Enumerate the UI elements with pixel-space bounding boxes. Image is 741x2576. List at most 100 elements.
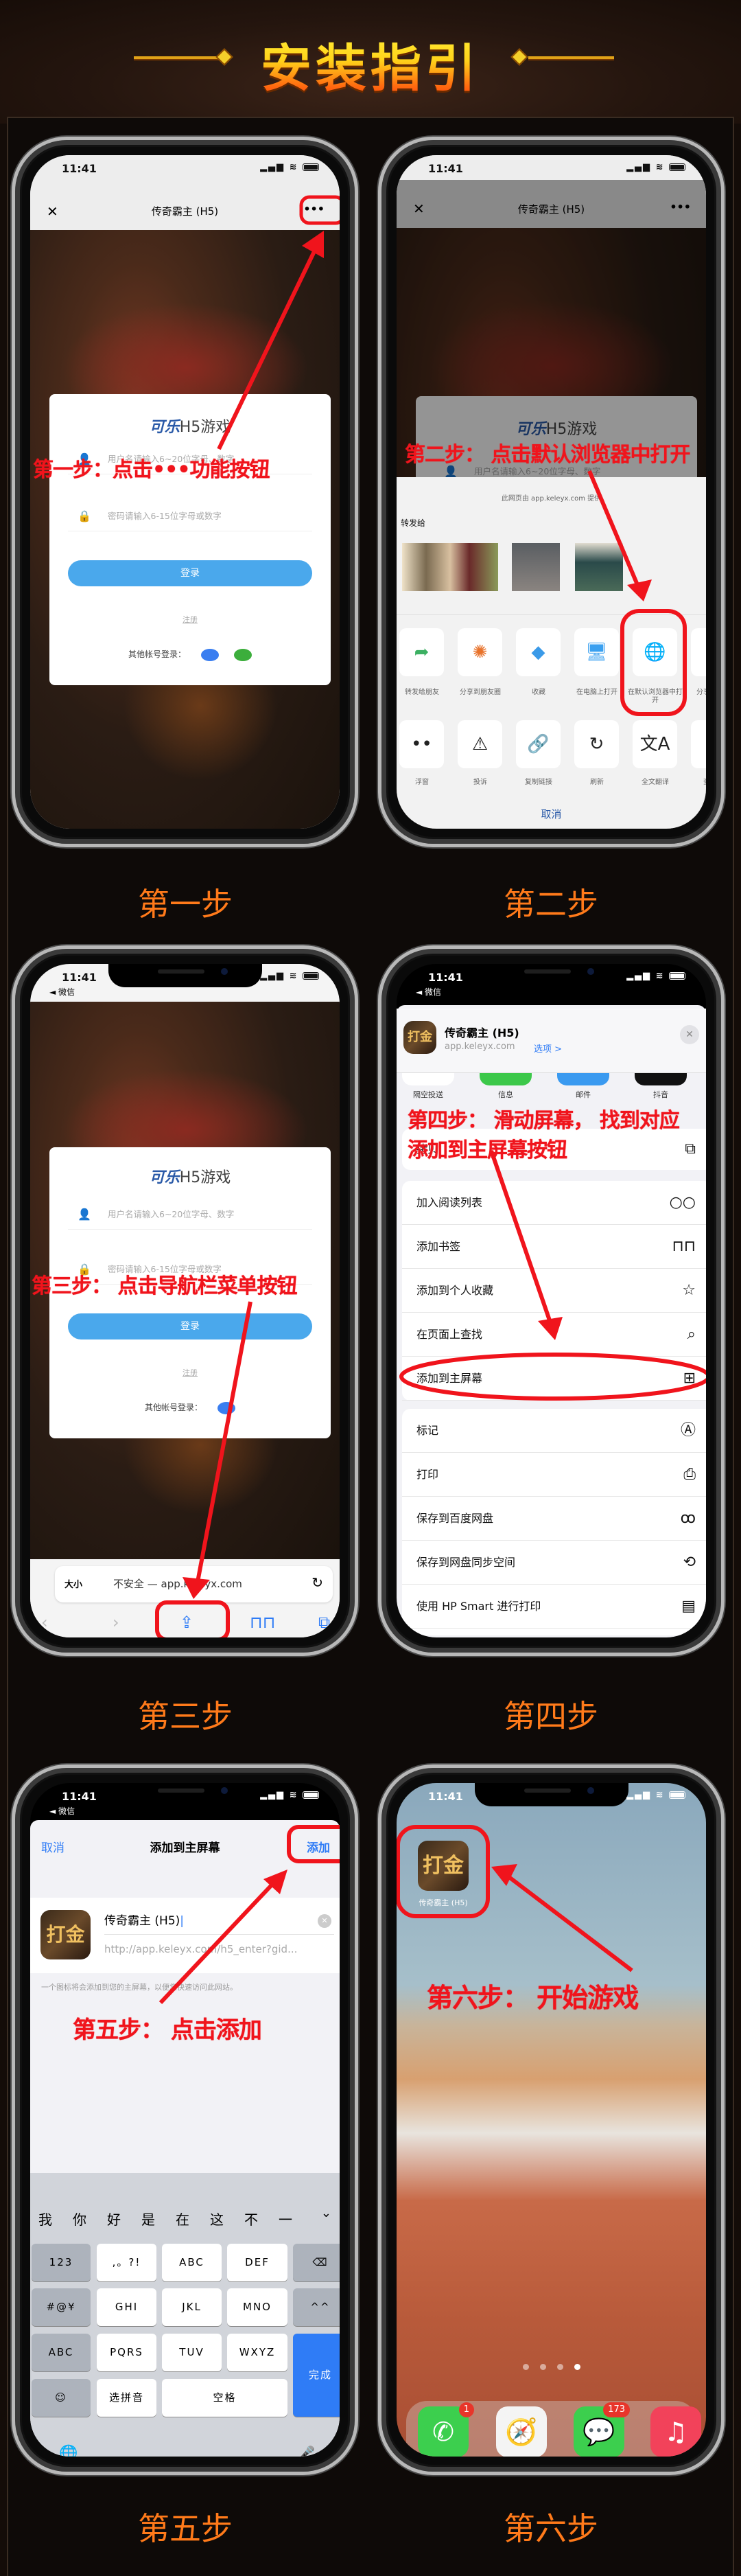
action-tile[interactable]: 🖥 [574,628,619,676]
keyboard-key[interactable]: 123 [32,2244,91,2281]
menu-item[interactable]: 加入阅读列表 ○○ [402,1181,706,1225]
action-tile[interactable]: 🐧 [691,628,706,676]
share-target-icon[interactable] [635,1073,687,1085]
action-tile[interactable]: •• [399,720,444,768]
keyboard-key[interactable]: JKL [162,2288,222,2326]
action-tile[interactable]: ⚠ [458,720,502,768]
reload-icon[interactable]: ↻ [311,1574,323,1591]
candidate-word[interactable]: 我 [38,2209,52,2229]
book-icon: ⊓⊓ [672,1238,696,1255]
status-time: 11:41 [62,162,97,175]
tabs-icon[interactable]: ⧉ [318,1613,330,1632]
share-icon[interactable]: ⇪ [180,1613,193,1632]
action-tile[interactable]: ↻ [574,720,619,768]
back-to-wechat[interactable]: ◄ 微信 [49,1805,75,1817]
contact-avatar-blurred[interactable] [512,543,560,591]
page-dot[interactable] [574,2364,580,2370]
candidate-word[interactable]: 一 [279,2209,292,2229]
text-size-button[interactable]: 大小 [64,1577,82,1590]
keyboard-key[interactable]: ABC [162,2244,222,2281]
menu-item[interactable]: 添加到主屏幕 ⊞ [402,1357,706,1401]
close-button[interactable]: ✕ [680,1025,699,1044]
contact-avatar-blurred[interactable] [575,543,623,591]
menu-item[interactable]: 使用 HP Smart 进行打印 ▤ [402,1585,706,1629]
qq-login-icon[interactable] [201,648,219,661]
keyboard-key[interactable]: WXYZ [227,2334,287,2371]
password-input[interactable]: 🔒 密码请输入6-15位字母或数字 [68,501,312,531]
action-tile[interactable]: ⌕ [691,720,706,768]
share-target-icon[interactable] [480,1073,532,1085]
menu-item[interactable]: 添加书签 ⊓⊓ [402,1225,706,1269]
keyboard-key[interactable]: ,。?! [97,2244,156,2281]
keyboard-key[interactable]: 空格 [162,2379,287,2417]
add-button[interactable]: 添加 [307,1838,330,1855]
address-bar[interactable]: 大小 不安全 — app.keleyx.com ↻ [55,1566,333,1602]
menu-item[interactable]: 打印 ⎙ [402,1453,706,1497]
candidate-word[interactable]: 你 [73,2209,86,2229]
name-input[interactable]: 传奇霸主 (H5)| ✕ [104,1907,334,1935]
globe-icon[interactable]: 🌐 [59,2445,78,2457]
keyboard-key[interactable]: PQRS [97,2334,156,2371]
keyboard-key[interactable]: GHI [97,2288,156,2326]
action-tile[interactable]: ✺ [458,628,502,676]
page-dot[interactable] [539,2364,546,2370]
page-indicator[interactable] [397,2360,706,2373]
keyboard-key[interactable]: MNO [227,2288,287,2326]
action-tile[interactable]: 🔗 [516,720,561,768]
register-link[interactable]: 注册 [49,614,331,625]
candidate-word[interactable]: 不 [244,2209,258,2229]
menu-item[interactable]: 在页面上查找 ⌕ [402,1313,706,1357]
menu-item[interactable]: 保存到网盘同步空间 ⟲ [402,1541,706,1585]
action-tile[interactable]: ➦ [399,628,444,676]
keyboard-key[interactable]: ⌫ [293,2244,340,2281]
keyboard-key[interactable]: ☺ [32,2379,91,2417]
keyboard-key[interactable]: ABC [32,2334,91,2371]
candidate-word[interactable]: 好 [107,2209,121,2229]
keyboard-key[interactable]: DEF [227,2244,287,2281]
game-app-icon[interactable]: 打金 [418,1841,469,1891]
share-target-icon[interactable] [557,1073,609,1085]
login-button[interactable]: 登录 [68,1313,312,1339]
username-input[interactable]: 👤 用户名请输入6~20位字母、数字 [68,1199,312,1230]
candidate-word[interactable]: 这 [210,2209,224,2229]
cancel-button[interactable]: 取消 [397,807,706,821]
action-tile[interactable]: ◆ [516,628,561,676]
back-to-wechat[interactable]: ◄ 微信 [416,986,441,998]
microphone-icon[interactable]: 🎤 [298,2445,315,2457]
menu-item[interactable]: 保存到百度网盘 ꝏ [402,1497,706,1541]
forward-chevron-icon[interactable]: › [113,1613,119,1632]
phone-icon[interactable]: ✆ 1 [418,2402,474,2457]
login-button[interactable]: 登录 [68,560,312,586]
register-link[interactable]: 注册 [49,1367,331,1378]
messages-icon[interactable]: 💬 173 [574,2402,630,2457]
action-tile[interactable]: 文A [633,720,677,768]
options-link[interactable]: 选项 > [534,1042,562,1055]
menu-item[interactable]: 标记 Ⓐ [402,1409,706,1453]
keyboard-key[interactable]: ^^ [293,2288,340,2326]
action-tile[interactable]: 🌐 [633,628,677,676]
menu-item[interactable]: 添加到个人收藏 ☆ [402,1269,706,1313]
page-dot[interactable] [522,2364,529,2370]
page-title: 安装指引 [0,27,741,101]
wechat-login-icon[interactable] [234,648,252,661]
bookmarks-icon[interactable]: ⊓⊓ [250,1613,275,1632]
back-chevron-icon[interactable]: ‹ [41,1613,48,1632]
candidate-word[interactable]: 是 [141,2209,155,2229]
keyboard-key[interactable]: TUV [162,2334,222,2371]
site-logo: 可乐H5游戏 [149,1169,231,1186]
qq-login-icon[interactable] [217,1401,235,1414]
keyboard-key[interactable]: 选拼音 [97,2379,156,2417]
candidate-word[interactable]: 在 [176,2209,189,2229]
action-label: 浮窗 [415,779,429,786]
keyboard-key[interactable]: #@¥ [32,2288,91,2326]
collapse-chevron-icon[interactable]: ⌄ [321,2206,331,2220]
back-to-wechat[interactable]: ◄ 微信 [49,986,75,998]
music-icon[interactable]: ♫ [650,2406,701,2457]
more-menu-button[interactable]: ••• [303,203,325,216]
clear-icon[interactable]: ✕ [318,1914,331,1928]
share-target-icon[interactable] [402,1073,454,1085]
contact-avatar-blurred[interactable] [402,543,498,591]
safari-icon[interactable]: 🧭 [496,2406,547,2457]
page-dot[interactable] [556,2364,563,2370]
keyboard-key[interactable]: 完成 [293,2334,340,2417]
